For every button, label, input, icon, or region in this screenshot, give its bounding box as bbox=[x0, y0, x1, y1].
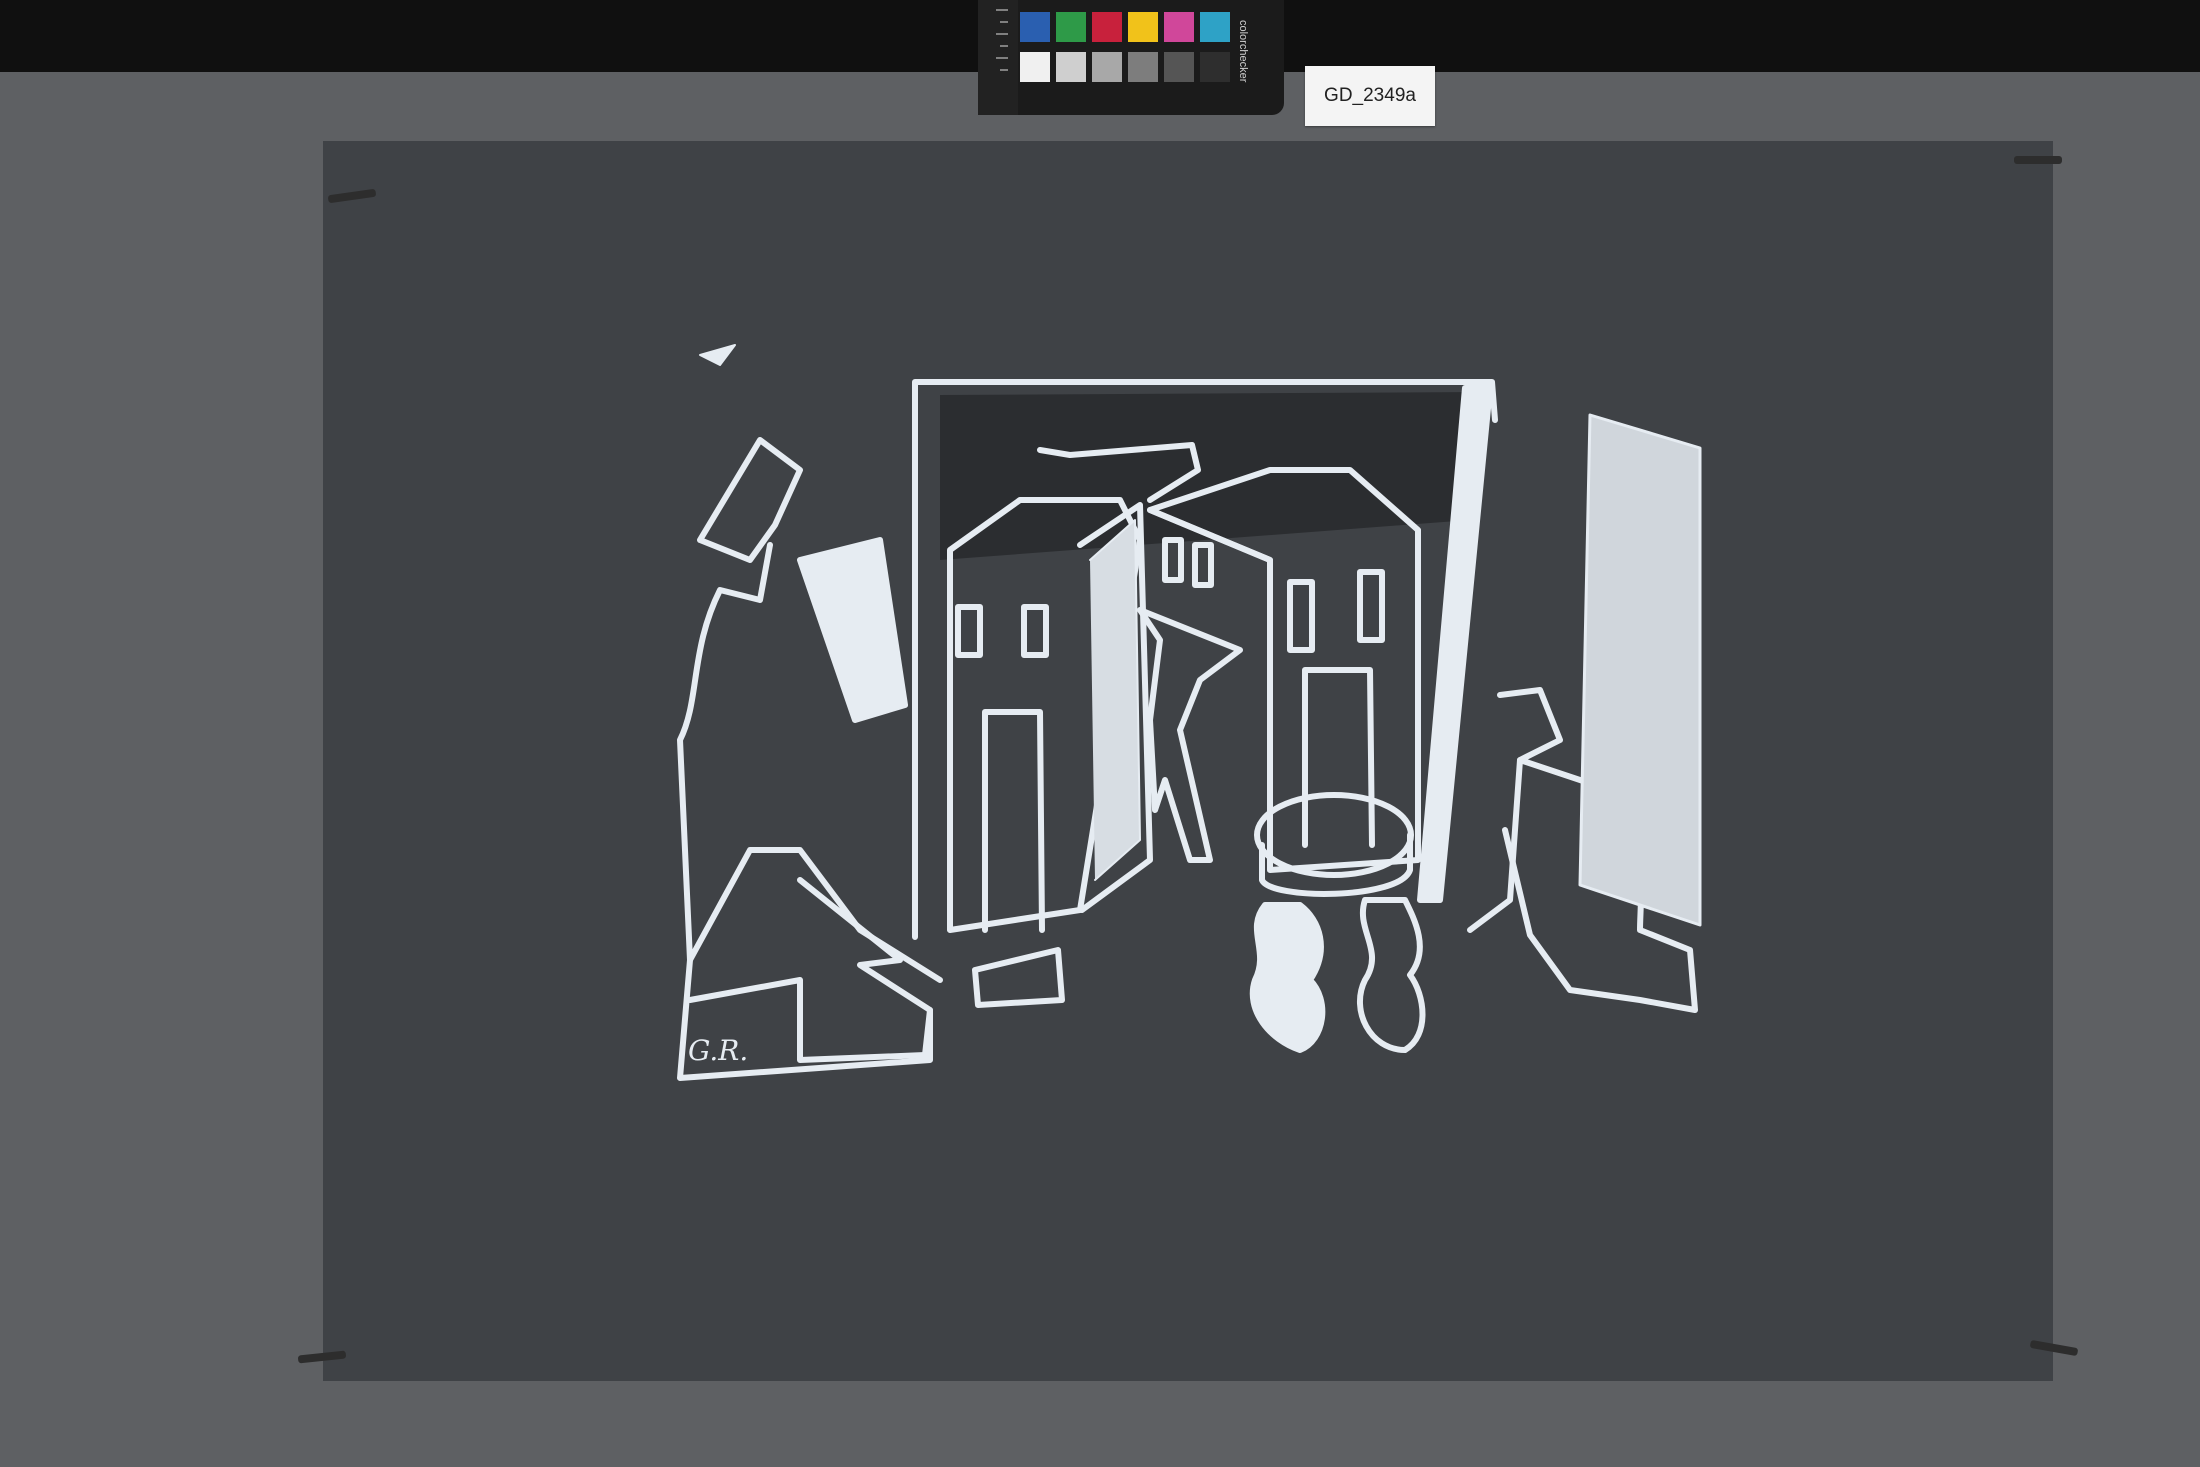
floor-box bbox=[972, 947, 1065, 1008]
right-panel bbox=[1578, 413, 1702, 927]
photo-stage: colorchecker GD_2349a G.R. bbox=[0, 0, 2200, 1467]
chalk-drawing bbox=[677, 344, 1702, 1081]
left-house bbox=[947, 497, 1153, 933]
small-chalk-mark bbox=[699, 344, 736, 366]
artist-signature: G.R. bbox=[688, 1034, 749, 1067]
left-figure-group bbox=[677, 437, 943, 1081]
round-table bbox=[1249, 792, 1426, 1053]
pointing-figure bbox=[1137, 607, 1243, 863]
